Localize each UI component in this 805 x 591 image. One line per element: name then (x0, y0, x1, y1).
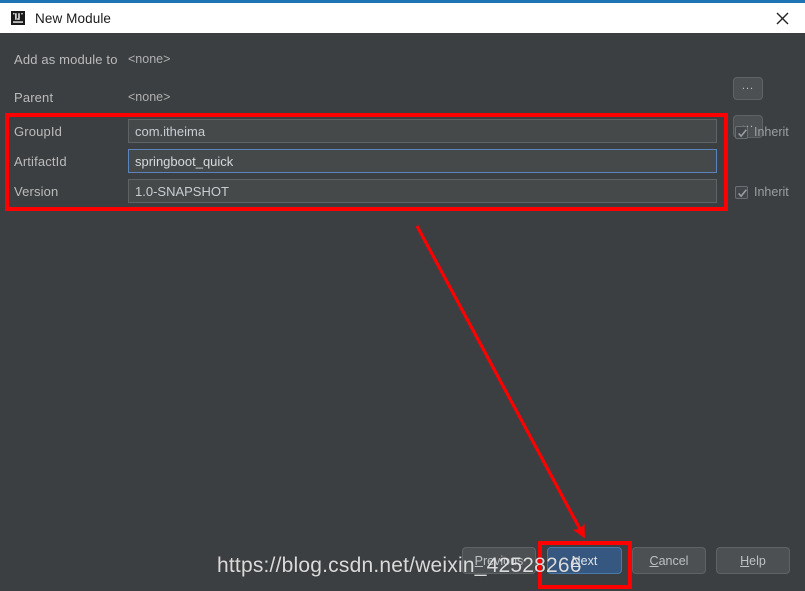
next-button[interactable]: Next (547, 547, 622, 574)
artifactid-input[interactable] (128, 149, 717, 173)
label-version: Version (14, 183, 59, 199)
form-row-add-as-module-to: Add as module to <none> (0, 47, 805, 71)
dialog-button-bar: Previous Next Cancel Help (0, 547, 805, 591)
next-button-label: Next (571, 553, 598, 568)
help-button[interactable]: Help (716, 547, 790, 574)
value-add-as-module-to: <none> (128, 52, 171, 66)
inherit-label-groupid: Inherit (754, 125, 789, 139)
form-row-parent: Parent <none> (0, 85, 805, 109)
close-icon[interactable] (759, 3, 805, 33)
title-bar: New Module (0, 3, 805, 33)
help-button-label: Help (740, 553, 766, 568)
previous-button[interactable]: Previous (462, 547, 536, 574)
inherit-label-version: Inherit (754, 185, 789, 199)
module-form: Add as module to <none> ... Parent <none… (0, 33, 805, 591)
previous-button-label: Previous (474, 553, 524, 568)
cancel-button-label: Cancel (649, 553, 689, 568)
label-groupid: GroupId (14, 123, 63, 139)
label-parent: Parent (14, 89, 54, 105)
new-module-dialog: New Module Add as module to <none> ... P… (0, 0, 805, 591)
cancel-button[interactable]: Cancel (632, 547, 706, 574)
window-title: New Module (35, 10, 112, 26)
groupid-input[interactable] (128, 119, 717, 143)
intellij-idea-icon (10, 10, 26, 26)
checkbox-checked-icon (735, 125, 748, 139)
inherit-checkbox-version[interactable]: Inherit (735, 185, 789, 199)
label-add-as-module-to: Add as module to (14, 51, 118, 67)
version-input[interactable] (128, 179, 717, 203)
value-parent: <none> (128, 90, 171, 104)
label-artifactid: ArtifactId (14, 153, 67, 169)
checkbox-checked-icon (735, 185, 748, 199)
inherit-checkbox-groupid[interactable]: Inherit (735, 125, 789, 139)
